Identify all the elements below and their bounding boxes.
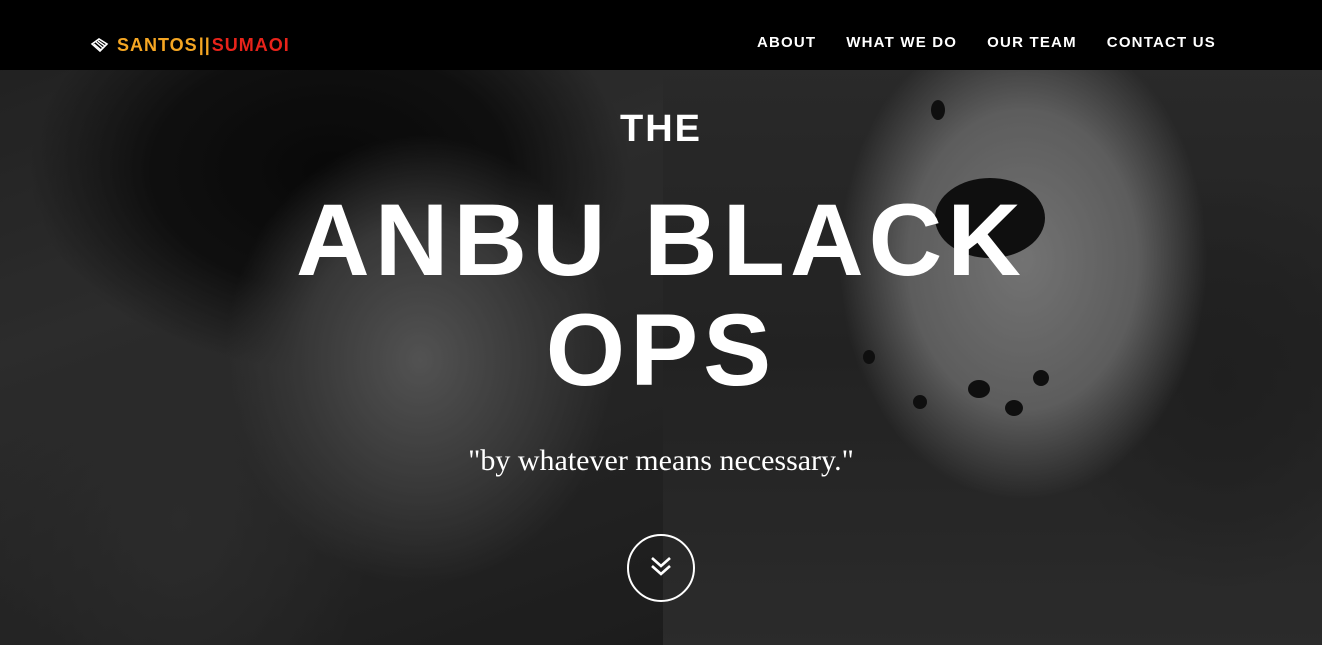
hand-pointer-icon xyxy=(90,35,110,55)
scroll-down-button[interactable] xyxy=(627,534,695,602)
nav-link-contact-us[interactable]: CONTACT US xyxy=(1107,34,1216,51)
nav-menu: ABOUT WHAT WE DO OUR TEAM CONTACT US xyxy=(727,34,1216,51)
intro-tagline: "by whatever means necessary." xyxy=(468,444,854,477)
intro-lead-text: THE xyxy=(620,108,702,150)
brand-separator: || xyxy=(198,34,211,55)
double-chevron-down-icon xyxy=(648,553,674,584)
brand-logo[interactable]: SANTOS || SUMAOI xyxy=(90,33,290,57)
intro-heading-line1: ANBU BLACK xyxy=(296,183,1026,297)
intro-heading-line2: OPS xyxy=(545,293,777,407)
nav-link-our-team[interactable]: OUR TEAM xyxy=(987,34,1077,51)
brand-name-part1: SANTOS xyxy=(117,34,198,55)
brand-name-part2: SUMAOI xyxy=(211,34,290,55)
top-navbar: SANTOS || SUMAOI ABOUT WHAT WE DO OUR TE… xyxy=(0,0,1322,70)
nav-link-about[interactable]: ABOUT xyxy=(757,34,816,51)
intro-heading: ANBU BLACK OPS xyxy=(0,185,1322,405)
nav-link-what-we-do[interactable]: WHAT WE DO xyxy=(846,34,957,51)
